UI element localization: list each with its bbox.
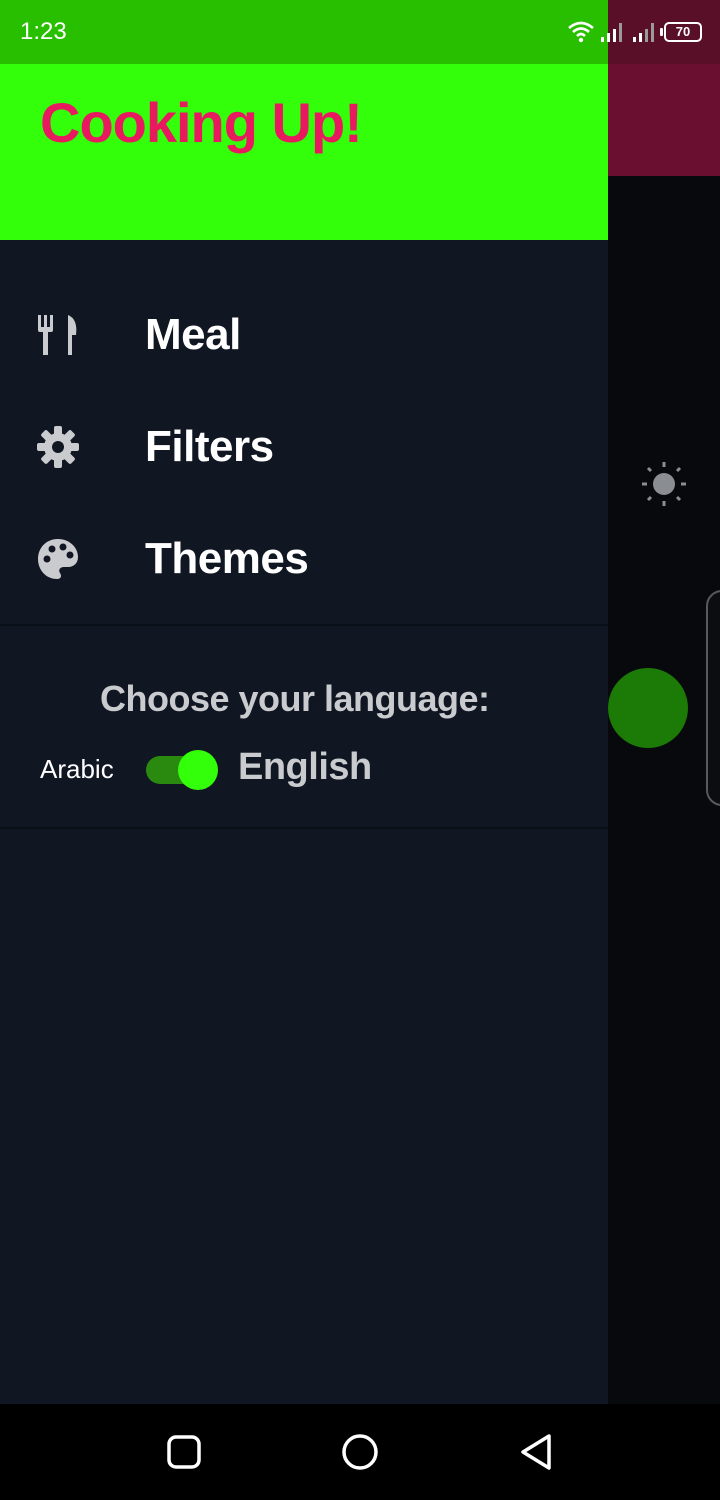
- fork-knife-icon: [38, 315, 77, 355]
- background-app-bar: [608, 64, 720, 176]
- drawer-header: Cooking Up!: [0, 64, 608, 240]
- system-nav-bar: [0, 1404, 720, 1500]
- status-time: 1:23: [20, 18, 67, 45]
- language-option-english: English: [238, 746, 372, 788]
- divider: [0, 624, 608, 626]
- back-icon[interactable]: [516, 1432, 556, 1472]
- sun-icon[interactable]: [640, 460, 688, 508]
- menu-label-meal: Meal: [145, 310, 241, 359]
- language-option-arabic: Arabic: [40, 754, 114, 784]
- switch-thumb: [178, 750, 218, 790]
- status-bar: 1:23 70: [0, 0, 720, 64]
- palette-icon: [38, 539, 78, 579]
- wifi-icon: [568, 21, 594, 43]
- menu-label-themes: Themes: [145, 534, 309, 583]
- language-row: Arabic English: [0, 744, 608, 794]
- moon-icon[interactable]: [645, 575, 685, 619]
- status-bar-left: [0, 0, 608, 64]
- app-title: Cooking Up!: [40, 91, 363, 154]
- menu-item-filters[interactable]: Filters: [0, 392, 608, 502]
- menu-item-themes[interactable]: Themes: [0, 504, 608, 614]
- divider: [0, 827, 608, 829]
- status-icons: 70: [568, 18, 702, 46]
- recent-apps-icon[interactable]: [164, 1432, 204, 1472]
- menu-item-meal[interactable]: Meal: [0, 280, 608, 390]
- background-card: [706, 590, 720, 806]
- battery-icon: 70: [660, 22, 702, 42]
- menu-label-filters: Filters: [145, 422, 274, 471]
- gear-icon: [37, 426, 79, 468]
- language-title: Choose your language:: [100, 678, 490, 719]
- background-action-circle[interactable]: [608, 668, 688, 748]
- navigation-drawer: Cooking Up! Meal Filters Themes Choose y…: [0, 64, 608, 1404]
- signal-icon: [633, 23, 654, 42]
- home-icon[interactable]: [340, 1432, 380, 1472]
- language-switch[interactable]: [146, 750, 218, 790]
- signal-icon: [601, 23, 622, 42]
